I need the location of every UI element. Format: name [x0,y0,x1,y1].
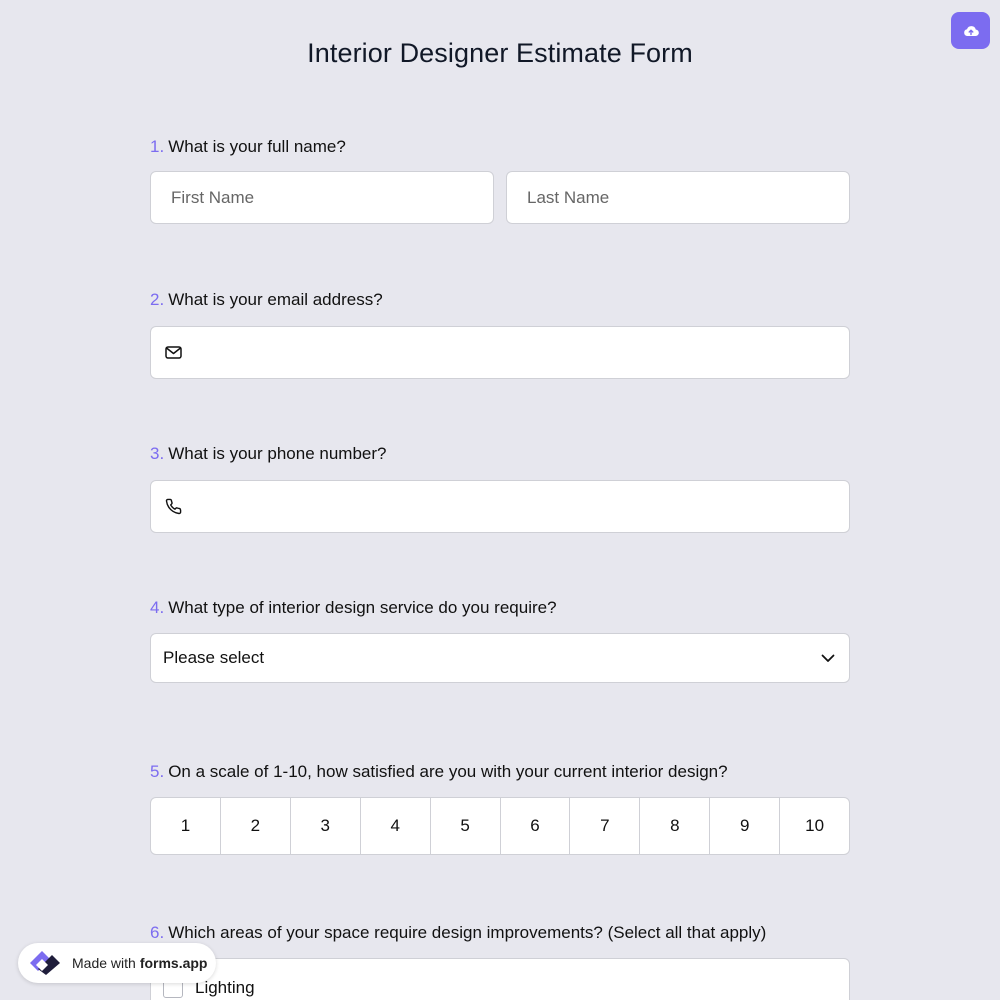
phone-field[interactable] [150,480,850,533]
question-label: 4. What type of interior design service d… [150,597,850,619]
question-number: 3. [150,444,165,463]
question-number: 4. [150,598,165,617]
badge-brand: forms.app [139,955,208,971]
question-text: What is your phone number? [168,444,387,463]
badge-prefix: Made with [72,955,136,971]
question-phone: 3. What is your phone number? [150,443,850,533]
made-with-badge[interactable]: Made with forms.app [18,943,216,983]
last-name-placeholder: Last Name [527,187,610,207]
email-field[interactable] [150,326,850,379]
form-page: Interior Designer Estimate Form 1. What i… [0,0,1000,1000]
question-label: 2. What is your email address? [150,289,850,311]
question-text: On a scale of 1-10, how satisfied are yo… [168,762,728,781]
question-number: 6. [150,923,165,942]
question-label: 6. Which areas of your space require desi… [150,922,850,944]
question-text: What is your full name? [168,137,346,156]
question-email: 2. What is your email address? [150,289,850,379]
scale-option-4[interactable]: 4 [361,798,431,854]
question-design-areas: 6. Which areas of your space require desi… [150,922,850,1000]
scale-option-8[interactable]: 8 [640,798,711,854]
forms-app-logo-icon [30,951,60,975]
question-label: 5. On a scale of 1-10, how satisfied are … [150,761,850,783]
question-number: 1. [150,137,165,156]
service-type-select[interactable]: Please select [150,633,850,683]
question-text: Which areas of your space require design… [168,923,767,942]
question-label: 3. What is your phone number? [150,443,850,465]
form-title: Interior Designer Estimate Form [307,38,693,68]
question-satisfaction: 5. On a scale of 1-10, how satisfied are … [150,761,850,855]
chevron-down-icon [821,654,835,662]
first-name-placeholder: First Name [171,187,255,207]
scale-option-10[interactable]: 10 [780,798,849,854]
phone-icon [165,498,182,515]
scale-option-5[interactable]: 5 [431,798,501,854]
scale-option-3[interactable]: 3 [291,798,361,854]
question-full-name: 1. What is your full name? First Name Las… [150,136,850,224]
select-value: Please select [163,648,265,667]
question-text: What is your email address? [168,290,383,309]
question-service-type: 4. What type of interior design service d… [150,597,850,683]
scale-option-6[interactable]: 6 [501,798,571,854]
question-label: 1. What is your full name? [150,136,850,158]
last-name-input[interactable]: Last Name [506,171,850,224]
scale-option-7[interactable]: 7 [570,798,641,854]
question-text: What type of interior design service do … [168,598,557,617]
scale-option-2[interactable]: 2 [221,798,291,854]
scale-option-1[interactable]: 1 [151,798,221,854]
checkbox-option-lighting[interactable]: Lighting [150,958,850,1000]
question-number: 2. [150,290,165,309]
cloud-upload-icon [963,25,979,36]
question-number: 5. [150,762,165,781]
mail-icon [165,346,182,359]
rating-scale: 1 2 3 4 5 6 7 8 9 10 [150,797,850,855]
first-name-input[interactable]: First Name [150,171,494,224]
scale-option-9[interactable]: 9 [710,798,781,854]
